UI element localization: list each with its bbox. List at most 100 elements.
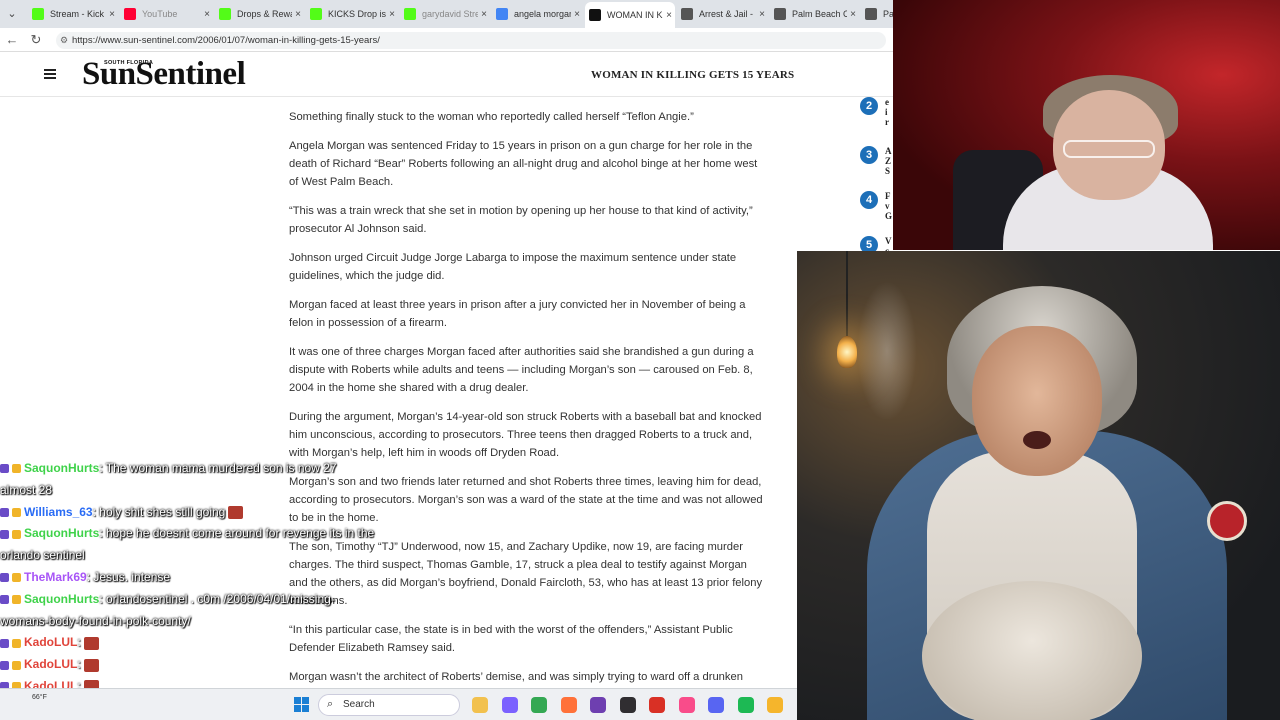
tab-close-icon[interactable]: × — [663, 10, 675, 21]
app-purple-icon[interactable] — [590, 697, 606, 713]
article-paragraph: Something finally stuck to the woman who… — [289, 111, 694, 123]
chat-message-continuation: orlando sentinel — [0, 548, 85, 563]
weather-widget[interactable]: 66°F — [32, 694, 47, 702]
browser-tab[interactable]: Palm Beach Co× — [770, 4, 859, 24]
spotify-icon[interactable] — [737, 697, 754, 713]
subscriber-badge-icon — [0, 595, 9, 605]
tab-title: KICKS Drop is l — [328, 9, 386, 19]
reload-icon[interactable]: ↻ — [28, 32, 44, 48]
sun-sentinel-icon — [589, 9, 601, 21]
back-arrow-icon[interactable]: ← — [4, 32, 20, 48]
chat-username[interactable]: KadoLUL — [24, 657, 77, 671]
tab-close-icon[interactable]: × — [756, 9, 768, 20]
browser-tab[interactable]: garydavid Stre × — [400, 4, 490, 24]
discord-icon[interactable] — [708, 697, 724, 713]
subscriber-badge-icon — [0, 507, 9, 517]
chat-message: Williams_63: holy shit shes still going — [0, 502, 420, 524]
folder-icon[interactable] — [767, 697, 783, 713]
tab-title: WOMAN IN KI — [607, 10, 663, 20]
browser-tab[interactable]: KICKS Drop is l × — [306, 4, 398, 24]
browser-tab[interactable]: YouTube × — [120, 4, 213, 24]
windows-start-icon[interactable] — [294, 697, 309, 712]
gift-badge-icon — [12, 529, 21, 539]
chat-emote-icon — [83, 658, 99, 672]
kick-icon — [219, 8, 231, 20]
browser-tab[interactable]: Arrest & Jail - F × — [677, 4, 768, 24]
site-info-icon[interactable]: ⚙ — [60, 32, 68, 49]
url-field[interactable]: ⚙ https://www.sun-sentinel.com/2006/01/0… — [56, 32, 886, 49]
browser-tab[interactable]: angela morgan × — [492, 4, 583, 24]
trending-headline[interactable]: A Z S — [885, 146, 892, 176]
tab-title: Palm — [883, 9, 893, 19]
itunes-icon[interactable] — [678, 697, 695, 713]
jacket-patch — [1207, 501, 1247, 541]
chrome-icon[interactable] — [531, 697, 547, 713]
address-bar: ← ↻ ⚙ https://www.sun-sentinel.com/2006/… — [0, 28, 893, 52]
portrait-belly — [922, 581, 1142, 720]
copilot-icon[interactable] — [501, 697, 518, 713]
article-paragraph: During the argument, Morgan’s 14-year-ol… — [289, 411, 762, 459]
youtube-icon — [124, 8, 136, 20]
tab-close-icon[interactable]: × — [292, 9, 304, 20]
trending-number[interactable]: 2 — [860, 97, 878, 115]
chat-username[interactable]: SaquonHurts — [24, 592, 99, 606]
tab-close-icon[interactable]: × — [478, 9, 490, 20]
article-paragraph: Angela Morgan was sentenced Friday to 15… — [289, 140, 758, 188]
firefox-icon[interactable] — [560, 697, 577, 713]
chat-username[interactable]: SaquonHurts — [24, 461, 99, 475]
webcam-overlay — [893, 0, 1280, 250]
trending-number[interactable]: 3 — [860, 146, 878, 164]
chat-text: : — [77, 635, 81, 650]
chat-username[interactable]: KadoLUL — [24, 635, 77, 649]
sun-sentinel-logo[interactable]: SunSentinel — [82, 56, 246, 93]
browser-tab[interactable]: WOMAN IN KI × — [585, 2, 675, 28]
gift-badge-icon — [12, 507, 21, 517]
chat-username[interactable]: TheMark69 — [24, 570, 87, 584]
trending-headline[interactable]: F v G — [885, 191, 892, 221]
tab-title: Palm Beach Co — [792, 9, 847, 19]
subscriber-badge-icon — [0, 660, 9, 670]
tab-bar: ⌄ Stream - Kick D×YouTube×Drops & Rewar×… — [0, 0, 893, 28]
gift-badge-icon — [12, 573, 21, 583]
cigarette-smoke — [857, 281, 917, 421]
browser-tab[interactable]: Stream - Kick D× — [28, 4, 118, 24]
browser-tab[interactable]: Palm — [861, 4, 893, 24]
gift-badge-icon — [12, 638, 21, 648]
app-red-icon[interactable] — [649, 697, 665, 713]
tab-close-icon[interactable]: × — [571, 9, 583, 20]
taskbar: 66°F ⌕ Search — [0, 688, 797, 720]
obs-icon[interactable] — [619, 697, 636, 713]
taskbar-search[interactable]: ⌕ Search — [318, 694, 460, 716]
chat-message: SaquonHurts: hope he doesnt come around … — [0, 523, 420, 545]
browser-tab[interactable]: Drops & Rewar × — [215, 4, 304, 24]
portrait-face — [972, 326, 1102, 476]
trending-headline[interactable]: e i r — [885, 97, 889, 127]
tab-close-icon[interactable]: × — [106, 9, 118, 20]
tab-close-icon[interactable]: × — [201, 9, 213, 20]
tab-title: Drops & Rewar — [237, 9, 292, 19]
chat-emote-icon — [228, 505, 244, 519]
trending-number[interactable]: 4 — [860, 191, 878, 209]
chat-message: TheMark69: Jesus. intense — [0, 567, 420, 589]
chat-username[interactable]: Williams_63 — [24, 505, 93, 519]
subscriber-badge-icon — [0, 573, 9, 583]
tab-title: YouTube — [142, 9, 178, 19]
tab-search-chevron-icon[interactable]: ⌄ — [4, 6, 20, 22]
article-paragraph: “This was a train wreck that she set in … — [289, 205, 753, 235]
chat-username[interactable]: SaquonHurts — [24, 526, 99, 540]
tab-close-icon[interactable]: × — [847, 9, 859, 20]
tab-close-icon[interactable]: × — [386, 9, 398, 20]
star-icon — [774, 8, 786, 20]
google-icon — [496, 8, 508, 20]
file-explorer-icon[interactable] — [472, 697, 488, 713]
chat-text: : Jesus. intense — [86, 569, 171, 584]
chat-message: SaquonHurts: The woman mama murdered son… — [0, 458, 420, 480]
hamburger-menu-icon[interactable] — [44, 69, 56, 79]
chat-text: : hope he doesnt come around for revenge… — [99, 526, 375, 541]
kick-icon — [32, 8, 44, 20]
chat-message-continuation: almost 28 — [0, 482, 53, 497]
gift-badge-icon — [12, 660, 21, 670]
subscriber-badge-icon — [0, 529, 9, 539]
streamer-glasses — [1063, 140, 1155, 158]
star-icon — [865, 8, 877, 20]
